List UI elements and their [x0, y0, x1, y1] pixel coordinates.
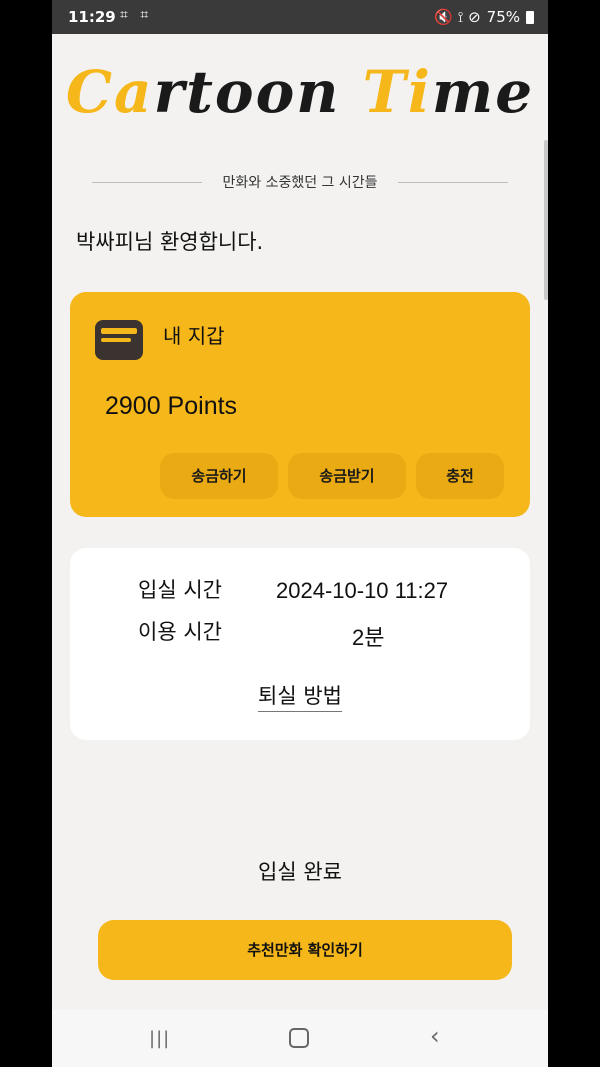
- battery-icon: [526, 10, 534, 24]
- app-logo: Cartoon Time: [65, 58, 535, 126]
- status-time: 11:29: [68, 8, 116, 26]
- navigation-bar: ||| ‹: [52, 1010, 548, 1067]
- battery-percent: 75%: [486, 8, 520, 26]
- send-button[interactable]: 송금하기: [160, 453, 278, 499]
- usage-label: 이용 시간: [138, 620, 222, 644]
- screenshot-icons: ⌗ ⌗: [120, 7, 153, 23]
- wallet-title: 내 지갑: [163, 324, 225, 348]
- phone-screen: 11:29 ⌗ ⌗ 🔇 ⟟ ⊘ 75% Cartoon Time 만화와 소중했…: [52, 0, 548, 1067]
- receive-button[interactable]: 송금받기: [288, 453, 406, 499]
- status-bar: 11:29 ⌗ ⌗ 🔇 ⟟ ⊘ 75%: [52, 0, 548, 34]
- charge-button[interactable]: 충전: [416, 453, 504, 499]
- recommend-comics-button[interactable]: 추천만화 확인하기: [98, 920, 512, 980]
- wallet-icon: [95, 320, 143, 360]
- home-icon[interactable]: [289, 1028, 309, 1048]
- welcome-message: 박싸피님 환영합니다.: [76, 230, 264, 254]
- checkin-value: 2024-10-10 11:27: [276, 578, 449, 603]
- recent-apps-icon[interactable]: |||: [149, 1028, 170, 1049]
- usage-value: 2분: [352, 625, 385, 650]
- exit-guide-link[interactable]: 퇴실 방법: [70, 680, 530, 712]
- status-icons: 🔇 ⟟ ⊘: [434, 8, 481, 26]
- checkin-label: 입실 시간: [138, 578, 222, 602]
- divider: [398, 182, 508, 183]
- back-icon[interactable]: ‹: [430, 1022, 440, 1050]
- wallet-card: 내 지갑 2900 Points 송금하기 송금받기 충전: [70, 292, 530, 517]
- wallet-points: 2900 Points: [105, 392, 238, 420]
- checkin-status: 입실 완료: [258, 860, 342, 884]
- session-card: 입실 시간 2024-10-10 11:27 이용 시간 2분 퇴실 방법: [70, 548, 530, 740]
- scrollbar[interactable]: [544, 140, 548, 300]
- tagline-row: 만화와 소중했던 그 시간들: [92, 172, 508, 192]
